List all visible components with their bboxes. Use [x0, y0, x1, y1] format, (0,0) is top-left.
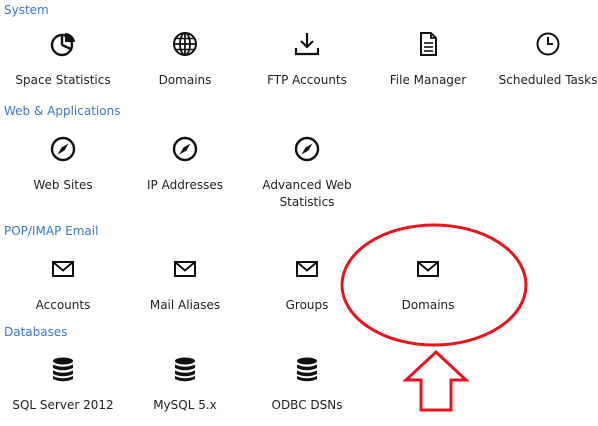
tile-label: SQL Server 2012	[12, 398, 114, 412]
tile-odbc-dsns[interactable]: ODBC DSNs	[249, 355, 365, 414]
tile-ip-addresses[interactable]: IP Addresses	[127, 135, 243, 194]
tile-mail-aliases[interactable]: Mail Aliases	[127, 255, 243, 314]
tile-label: Scheduled Tasks	[498, 73, 598, 87]
clock-icon	[534, 30, 562, 58]
up-arrow	[402, 349, 470, 412]
tile-advanced-web-statistics[interactable]: Advanced Web Statistics	[249, 135, 365, 211]
tile-label: Web Sites	[33, 178, 93, 192]
document-icon	[414, 30, 442, 58]
download-icon	[293, 30, 321, 58]
tile-label: File Manager	[389, 73, 467, 87]
tile-label: MySQL 5.x	[153, 398, 217, 412]
tile-mysql-5x[interactable]: MySQL 5.x	[127, 355, 243, 414]
tile-sql-server-2012[interactable]: SQL Server 2012	[5, 355, 121, 414]
tile-label: Domains	[158, 73, 212, 87]
tile-label: FTP Accounts	[267, 73, 347, 87]
envelope-icon	[49, 255, 77, 283]
tile-label: Domains	[401, 298, 455, 312]
compass-icon	[293, 135, 321, 163]
tile-groups[interactable]: Groups	[249, 255, 365, 314]
tile-accounts[interactable]: Accounts	[5, 255, 121, 314]
tile-label: Advanced Web Statistics	[262, 178, 352, 209]
envelope-icon	[414, 255, 442, 283]
compass-icon	[171, 135, 199, 163]
tile-label: IP Addresses	[146, 178, 223, 192]
database-icon	[49, 355, 77, 383]
section-title-system: System	[4, 3, 49, 17]
section-title-web-applications: Web & Applications	[4, 104, 121, 118]
tile-ftp-accounts[interactable]: FTP Accounts	[249, 30, 365, 89]
tile-domains[interactable]: Domains	[127, 30, 243, 89]
envelope-icon	[293, 255, 321, 283]
section-title-databases: Databases	[4, 325, 68, 339]
tile-file-manager[interactable]: File Manager	[370, 30, 486, 89]
tile-label: Accounts	[35, 298, 91, 312]
tile-scheduled-tasks[interactable]: Scheduled Tasks	[490, 30, 598, 89]
tile-label: ODBC DSNs	[271, 398, 343, 412]
compass-icon	[49, 135, 77, 163]
section-title-pop-imap-email: POP/IMAP Email	[4, 224, 99, 238]
globe-icon	[171, 30, 199, 58]
tile-space-statistics[interactable]: Space Statistics	[5, 30, 121, 89]
tile-web-sites[interactable]: Web Sites	[5, 135, 121, 194]
tile-label: Groups	[285, 298, 329, 312]
pie-chart-icon	[49, 30, 77, 58]
tile-label: Mail Aliases	[149, 298, 221, 312]
envelope-icon	[171, 255, 199, 283]
tile-email-domains[interactable]: Domains	[370, 255, 486, 314]
database-icon	[293, 355, 321, 383]
database-icon	[171, 355, 199, 383]
tile-label: Space Statistics	[15, 73, 111, 87]
